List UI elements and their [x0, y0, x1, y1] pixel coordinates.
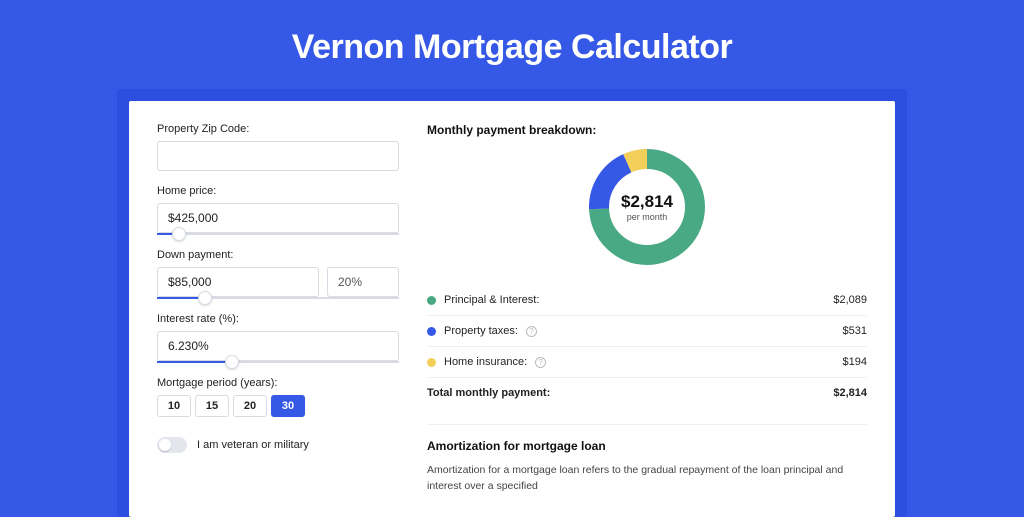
- calculator-panel: Property Zip Code: Home price: Down paym…: [129, 101, 895, 517]
- amortization-title: Amortization for mortgage loan: [427, 439, 867, 453]
- down-payment-slider[interactable]: [157, 297, 399, 299]
- down-payment-slider-thumb[interactable]: [198, 291, 212, 305]
- legend-dot-icon: [427, 358, 436, 367]
- inputs-column: Property Zip Code: Home price: Down paym…: [157, 123, 399, 495]
- interest-rate-input[interactable]: [157, 331, 399, 361]
- info-icon[interactable]: ?: [535, 357, 546, 368]
- home-price-slider-thumb[interactable]: [172, 227, 186, 241]
- page-title: Vernon Mortgage Calculator: [292, 28, 732, 67]
- zip-field: Property Zip Code:: [157, 123, 399, 171]
- mortgage-period-option[interactable]: 20: [233, 395, 267, 417]
- donut-center-value: $2,814: [621, 192, 673, 212]
- home-price-input[interactable]: [157, 203, 399, 233]
- down-payment-amount-input[interactable]: [157, 267, 319, 297]
- mortgage-period-option[interactable]: 30: [271, 395, 305, 417]
- home-price-label: Home price:: [157, 185, 399, 197]
- legend-label: Home insurance:: [444, 356, 527, 368]
- mortgage-period-option[interactable]: 10: [157, 395, 191, 417]
- breakdown-legend: Principal & Interest: $2,089 Property taxe…: [427, 285, 867, 408]
- legend-row: Property taxes:? $531: [427, 315, 867, 346]
- legend-dot-icon: [427, 327, 436, 336]
- veteran-toggle-label: I am veteran or military: [197, 439, 309, 451]
- breakdown-title: Monthly payment breakdown:: [427, 123, 867, 137]
- legend-dot-icon: [427, 296, 436, 305]
- legend-label: Principal & Interest:: [444, 294, 539, 306]
- interest-rate-field: Interest rate (%):: [157, 313, 399, 363]
- legend-row: Principal & Interest: $2,089: [427, 285, 867, 315]
- veteran-toggle[interactable]: [157, 437, 187, 453]
- interest-rate-slider-thumb[interactable]: [225, 355, 239, 369]
- veteran-toggle-row: I am veteran or military: [157, 437, 399, 453]
- info-icon[interactable]: ?: [526, 326, 537, 337]
- home-price-field: Home price:: [157, 185, 399, 235]
- down-payment-label: Down payment:: [157, 249, 399, 261]
- legend-row: Home insurance:? $194: [427, 346, 867, 377]
- mortgage-period-field: Mortgage period (years): 10152030: [157, 377, 399, 417]
- home-price-slider[interactable]: [157, 233, 399, 235]
- donut-center-sub: per month: [627, 212, 668, 222]
- legend-value: $531: [843, 325, 867, 337]
- legend-value: $2,089: [833, 294, 867, 306]
- breakdown-column: Monthly payment breakdown: $2,814 per mo…: [427, 123, 867, 495]
- amortization-section: Amortization for mortgage loan Amortizat…: [427, 424, 867, 495]
- legend-total-label: Total monthly payment:: [427, 387, 550, 399]
- down-payment-field: Down payment:: [157, 249, 399, 299]
- mortgage-period-option[interactable]: 15: [195, 395, 229, 417]
- mortgage-period-options: 10152030: [157, 395, 399, 417]
- interest-rate-slider[interactable]: [157, 361, 399, 363]
- veteran-toggle-knob: [159, 439, 171, 451]
- mortgage-period-label: Mortgage period (years):: [157, 377, 399, 389]
- zip-label: Property Zip Code:: [157, 123, 399, 135]
- interest-rate-label: Interest rate (%):: [157, 313, 399, 325]
- amortization-text: Amortization for a mortgage loan refers …: [427, 463, 867, 495]
- legend-total-row: Total monthly payment: $2,814: [427, 377, 867, 408]
- calculator-panel-frame: Property Zip Code: Home price: Down paym…: [117, 89, 907, 517]
- donut-center: $2,814 per month: [587, 147, 707, 267]
- legend-value: $194: [843, 356, 867, 368]
- breakdown-donut-chart: $2,814 per month: [427, 147, 867, 267]
- down-payment-percent-input[interactable]: [327, 267, 399, 297]
- zip-input[interactable]: [157, 141, 399, 171]
- legend-total-value: $2,814: [833, 387, 867, 399]
- legend-label: Property taxes:: [444, 325, 518, 337]
